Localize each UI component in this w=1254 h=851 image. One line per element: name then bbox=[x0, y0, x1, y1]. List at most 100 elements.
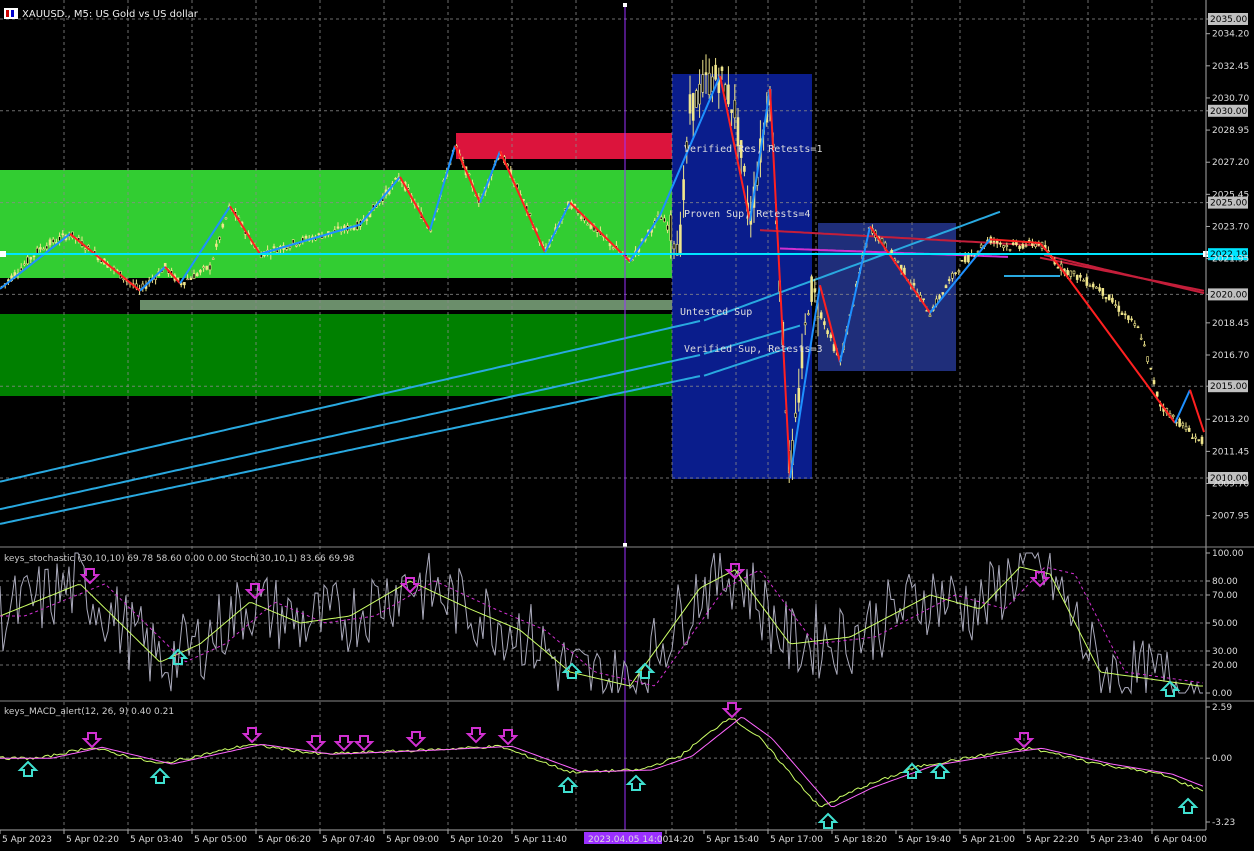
candle-body bbox=[1111, 297, 1114, 303]
candle-body bbox=[743, 166, 746, 172]
candle-body bbox=[1143, 344, 1146, 347]
candle-body bbox=[211, 258, 215, 260]
candle-body bbox=[1178, 418, 1181, 427]
candle-body bbox=[295, 244, 298, 247]
candle-body bbox=[205, 265, 209, 270]
candle-body bbox=[285, 247, 289, 250]
candle-body bbox=[944, 285, 948, 289]
candle-body bbox=[1194, 436, 1197, 439]
candle-body bbox=[579, 216, 583, 219]
time-label: 5 Apr 07:40 bbox=[322, 835, 375, 845]
candle-body bbox=[291, 239, 295, 244]
price-label: 2007.95 bbox=[1212, 512, 1249, 522]
candle-body bbox=[823, 321, 826, 326]
candle-body bbox=[682, 179, 685, 201]
candle-body bbox=[659, 216, 663, 220]
candle-body bbox=[394, 177, 397, 180]
volatility-box-2 bbox=[818, 223, 956, 371]
candle-body bbox=[957, 270, 961, 273]
price-chart-canvas[interactable]: Verified Res, Retests=1 Proven Sup, Rete… bbox=[0, 0, 1254, 847]
candle-body bbox=[1120, 312, 1124, 315]
candle-body bbox=[1005, 245, 1009, 247]
candle-body bbox=[208, 264, 212, 271]
price-label: 2023.70 bbox=[1212, 222, 1249, 232]
candle-body bbox=[1098, 287, 1101, 292]
candle-body bbox=[947, 279, 951, 281]
candle-body bbox=[1034, 243, 1037, 248]
candle-body bbox=[999, 242, 1002, 245]
candle-body bbox=[1117, 305, 1121, 312]
candle-body bbox=[1066, 270, 1069, 276]
candle-body bbox=[730, 109, 733, 113]
candle-body bbox=[1171, 414, 1175, 417]
candle-body bbox=[1114, 304, 1117, 307]
candle-body bbox=[1123, 313, 1127, 316]
candle-body bbox=[195, 273, 199, 277]
stoch-level-label: 20.00 bbox=[1212, 661, 1238, 671]
cursor-time-label: 2023.04.05 14:00 bbox=[588, 835, 669, 845]
candle-body bbox=[26, 256, 29, 265]
candle-body bbox=[794, 412, 797, 418]
candle-body bbox=[1056, 266, 1060, 269]
candle-body bbox=[679, 224, 682, 253]
candle-body bbox=[1002, 245, 1005, 249]
stoch-level-label: 30.00 bbox=[1212, 647, 1238, 657]
candle-body bbox=[1024, 245, 1028, 247]
stoch-level-label: 80.00 bbox=[1212, 577, 1238, 587]
candle-body bbox=[941, 292, 945, 295]
candle-body bbox=[87, 245, 90, 248]
time-label: 5 Apr 02:20 bbox=[66, 835, 119, 845]
candle-body bbox=[186, 278, 189, 281]
candle-body bbox=[51, 238, 55, 243]
candle-body bbox=[669, 214, 673, 241]
candle-body bbox=[954, 272, 957, 274]
candle-body bbox=[810, 276, 813, 302]
candle-body bbox=[1008, 249, 1012, 251]
candle-body bbox=[701, 74, 705, 93]
candle-body bbox=[688, 94, 692, 114]
candle-body bbox=[663, 217, 666, 223]
candle-body bbox=[1095, 286, 1098, 289]
candle-body bbox=[1072, 270, 1076, 274]
candle-body bbox=[202, 266, 205, 268]
cursor-handle-bottom[interactable] bbox=[623, 543, 627, 547]
time-label: 5 Apr 05:00 bbox=[194, 835, 247, 845]
candle-body bbox=[1197, 439, 1201, 441]
cursor-handle-top[interactable] bbox=[623, 3, 627, 7]
candle-body bbox=[221, 223, 225, 228]
untested-sup-label: Untested Sup bbox=[680, 307, 752, 318]
trading-chart-window[interactable]: Verified Res, Retests=1 Proven Sup, Rete… bbox=[0, 0, 1254, 847]
candle-body bbox=[1107, 294, 1111, 301]
proven-sup-label: Proven Sup, Retests=4 bbox=[684, 209, 810, 220]
candle-body bbox=[733, 99, 737, 119]
candle-body bbox=[666, 224, 669, 231]
candle-body bbox=[951, 273, 954, 279]
candle-body bbox=[711, 76, 714, 92]
candle-body bbox=[928, 314, 932, 317]
candle-body bbox=[1152, 380, 1156, 385]
candle-body bbox=[896, 260, 900, 263]
candle-body bbox=[1155, 391, 1159, 397]
candle-body bbox=[1133, 323, 1137, 326]
time-label: 5 Apr 17:00 bbox=[770, 835, 823, 845]
price-line-handle-left[interactable] bbox=[0, 251, 6, 257]
candle-body bbox=[1082, 279, 1085, 282]
candle-body bbox=[1069, 270, 1073, 277]
candle-body bbox=[797, 387, 801, 403]
price-tag-text: 2035.00 bbox=[1210, 15, 1247, 25]
candle-body bbox=[29, 257, 33, 260]
candle-body bbox=[272, 246, 276, 248]
candlestick-chart-icon-bar-1 bbox=[6, 10, 9, 17]
time-label: 14:20 bbox=[668, 835, 694, 845]
verified-sup-label: Verified Sup, Retests=3 bbox=[684, 344, 822, 355]
time-label: 5 Apr 22:20 bbox=[1026, 835, 1079, 845]
candle-body bbox=[183, 282, 186, 286]
candle-body bbox=[35, 247, 39, 254]
candle-body bbox=[1139, 337, 1143, 340]
candle-body bbox=[727, 84, 730, 105]
candle-body bbox=[45, 245, 49, 250]
candle-body bbox=[336, 226, 340, 229]
candle-body bbox=[826, 330, 829, 335]
candlestick-chart-icon-bar-2 bbox=[11, 10, 14, 17]
time-label: 5 Apr 10:20 bbox=[450, 835, 503, 845]
